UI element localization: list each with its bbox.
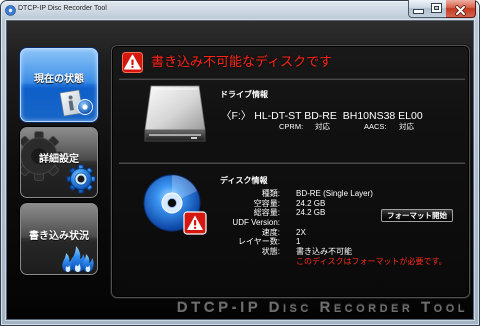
format-start-button[interactable]: フォーマット開始 — [381, 209, 453, 222]
status-message: 書き込み不可能なディスクです — [151, 54, 333, 69]
layer-count-value: 1 — [296, 237, 301, 247]
disc-info-row: 速度: 2X — [221, 228, 461, 238]
disc-notice-row: このディスクはフォーマットが必要です。 — [221, 257, 461, 267]
title-bar[interactable]: DTCP-IP Disc Recorder Tool — [0, 0, 405, 20]
disc-info-row: 状態: 書き込み不可能 — [221, 247, 461, 257]
cprm-value: 対応 — [315, 122, 330, 131]
format-required-notice: このディスクはフォーマットが必要です。 — [296, 256, 447, 266]
footer-brand: DTCP-IP Disc Recorder Tool — [176, 299, 468, 316]
disc-warning-icon — [142, 172, 208, 238]
minimize-icon — [414, 10, 423, 13]
sidebar-item-current-status[interactable]: 現在の状態 — [20, 48, 98, 122]
speed-value: 2X — [296, 227, 306, 237]
minimize-button[interactable] — [408, 0, 428, 18]
maximize-icon — [432, 4, 441, 12]
close-button[interactable] — [446, 0, 476, 18]
flame-icon — [60, 243, 96, 273]
free-space-label: 空容量: — [253, 198, 280, 208]
disc-info-list: 種類: BD-RE (Single Layer) 空容量: 24.2 GB 総容… — [221, 189, 461, 267]
disc-state-label: 状態: — [261, 247, 280, 257]
sidebar-item-label: 現在の状態 — [34, 74, 84, 85]
maximize-button[interactable] — [427, 0, 447, 18]
app-disc-icon[interactable] — [5, 3, 16, 16]
section-divider — [119, 78, 465, 80]
free-space-value: 24.2 GB — [296, 198, 326, 208]
warning-badge-icon — [183, 211, 207, 235]
total-capacity-value: 24.2 GB — [296, 208, 326, 218]
disc-info-row: 空容量: 24.2 GB — [221, 199, 461, 209]
app-window: DTCP-IP Disc Recorder Tool 現在の状態 詳細設定 書き… — [0, 0, 480, 326]
aacs-label: AACS: — [364, 122, 387, 131]
disc-info-row: レイヤー数: 1 — [221, 237, 461, 247]
disc-type-value: BD-RE (Single Layer) — [296, 189, 373, 198]
section-divider — [119, 162, 465, 164]
drive-name: 〈F:〉 HL-DT-ST BD-RE BH10NS38 EL00 — [221, 110, 423, 122]
window-title: DTCP-IP Disc Recorder Tool — [18, 5, 107, 12]
udf-version-label: UDF Version: — [232, 218, 280, 228]
info-document-icon — [56, 88, 94, 118]
speed-label: 速度: — [261, 227, 280, 237]
total-capacity-label: 総容量: — [253, 208, 280, 218]
warning-icon — [122, 52, 143, 73]
gear-icon — [66, 164, 96, 194]
disc-type-label: 種類: — [261, 189, 280, 198]
layer-count-label: レイヤー数: — [238, 237, 280, 247]
sidebar-item-label: 書き込み状況 — [29, 231, 89, 242]
cprm-label: CPRM: — [279, 122, 304, 131]
sidebar-item-write-status[interactable]: 書き込み状況 — [20, 203, 98, 275]
drive-info-heading: ドライブ情報 — [220, 90, 268, 99]
optical-drive-icon — [143, 84, 207, 145]
disc-state-value: 書き込み不可能 — [296, 247, 352, 257]
disc-info-heading: ディスク情報 — [220, 176, 268, 185]
close-icon — [455, 3, 466, 16]
sidebar-item-settings[interactable]: 詳細設定 — [20, 127, 98, 198]
aacs-value: 対応 — [399, 122, 414, 131]
disc-info-row: 種類: BD-RE (Single Layer) — [221, 189, 461, 199]
